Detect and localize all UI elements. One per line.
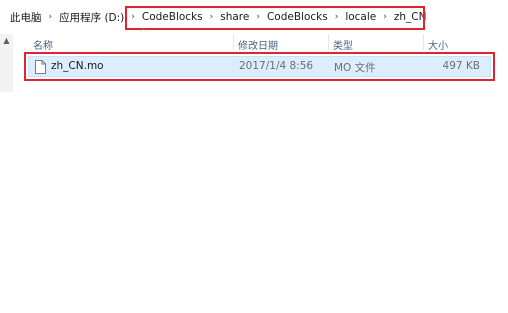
vertical-scrollbar[interactable]: ▲ <box>0 34 13 92</box>
scroll-up-icon[interactable]: ▲ <box>2 36 11 45</box>
chevron-right-icon[interactable]: › <box>256 12 260 22</box>
column-header-type[interactable]: 类型 <box>333 37 353 52</box>
breadcrumb-drive-d[interactable]: 应用程序 (D:) <box>59 10 124 25</box>
breadcrumb-share[interactable]: share <box>220 11 249 23</box>
file-row[interactable]: zh_CN.mo 2017/1/4 8:56 MO 文件 497 KB <box>28 56 491 77</box>
column-header-name[interactable]: 名称 <box>33 37 53 52</box>
file-name: zh_CN.mo <box>51 60 104 72</box>
breadcrumb-codeblocks[interactable]: CodeBlocks <box>142 11 203 23</box>
column-divider[interactable] <box>328 34 329 50</box>
chevron-right-icon[interactable]: › <box>335 12 339 22</box>
breadcrumb-this-pc[interactable]: 此电脑 <box>10 10 42 25</box>
column-header-size[interactable]: 大小 <box>428 37 448 52</box>
file-modified: 2017/1/4 8:56 <box>239 60 314 72</box>
file-icon <box>35 60 46 74</box>
chevron-right-icon[interactable]: › <box>131 12 135 22</box>
chevron-right-icon[interactable]: › <box>383 12 387 22</box>
column-header-date[interactable]: 修改日期 <box>238 37 278 52</box>
chevron-right-icon[interactable]: › <box>210 12 214 22</box>
sort-caret-icon: ^ <box>140 27 147 36</box>
breadcrumb-codeblocks-sub[interactable]: CodeBlocks <box>267 11 328 23</box>
file-type: MO 文件 <box>334 62 376 74</box>
column-divider[interactable] <box>233 34 234 50</box>
address-bar[interactable]: 此电脑 › 应用程序 (D:) › CodeBlocks › share › C… <box>0 0 508 34</box>
file-size: 497 KB <box>442 60 480 72</box>
column-divider[interactable] <box>423 34 424 50</box>
chevron-right-icon[interactable]: › <box>49 12 53 22</box>
breadcrumb-zh-cn[interactable]: zh_CN <box>394 11 427 23</box>
breadcrumb-locale[interactable]: locale <box>345 11 376 23</box>
column-header: ^ 名称 修改日期 类型 大小 <box>14 27 508 52</box>
